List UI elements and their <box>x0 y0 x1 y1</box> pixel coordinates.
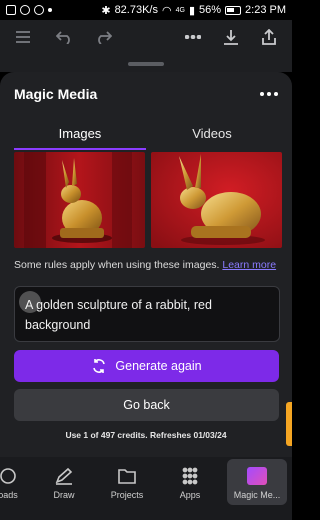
app-notification-icon <box>6 5 16 15</box>
tab-videos[interactable]: Videos <box>146 124 278 150</box>
signal-icon: ▮ <box>188 4 195 17</box>
refresh-icon <box>93 359 106 373</box>
prompt-input[interactable]: A golden sculpture of a rabbit, red back… <box>14 286 280 342</box>
upload-icon <box>0 467 18 485</box>
undo-icon[interactable] <box>52 24 78 50</box>
nav-item-projects[interactable]: Projects <box>99 467 155 500</box>
generated-images <box>14 152 282 248</box>
nav-item-magic-media[interactable]: Magic Me... <box>229 467 285 500</box>
rules-text: Some rules apply when using these images… <box>14 259 220 271</box>
menu-icon[interactable] <box>10 24 36 50</box>
apps-grid-icon <box>180 467 200 485</box>
folder-icon <box>117 467 137 485</box>
network-speed: 82.73K/s <box>114 4 158 16</box>
nav-label: Projects <box>110 490 144 500</box>
tab-images[interactable]: Images <box>14 124 146 150</box>
sheet-title: Magic Media <box>14 86 98 102</box>
nav-item-apps[interactable]: Apps <box>162 467 218 500</box>
media-tabs: Images Videos <box>14 124 278 150</box>
magic-media-icon <box>247 467 267 485</box>
battery-percent: 56% <box>199 4 222 16</box>
network-type: 4G <box>175 6 185 14</box>
usage-rules: Some rules apply when using these images… <box>14 259 278 271</box>
credits-info: Use 1 of 497 credits. Refreshes 01/03/24 <box>65 430 227 440</box>
battery-icon <box>225 5 242 15</box>
download-icon[interactable] <box>218 24 244 50</box>
notification-dot-icon <box>48 8 52 12</box>
nav-label: Magic Me... <box>233 490 281 500</box>
bottom-nav: oads Draw Projects Apps Magic Me... <box>0 457 292 520</box>
side-handle[interactable] <box>286 402 292 446</box>
more-icon[interactable] <box>180 24 206 50</box>
generated-image-2[interactable] <box>151 152 282 248</box>
generate-again-button[interactable]: Generate again <box>14 350 279 382</box>
redo-icon[interactable] <box>90 24 116 50</box>
wifi-icon: ◠ <box>161 4 172 17</box>
generate-again-label: Generate again <box>115 359 202 373</box>
nav-label: Apps <box>179 490 201 500</box>
status-bar: ✱ 82.73K/s ◠ 4G ▮ 56% 2:23 PM <box>0 0 292 20</box>
bluetooth-icon: ✱ <box>101 4 111 17</box>
go-back-label: Go back <box>123 398 170 412</box>
editor-toolbar <box>0 20 292 54</box>
sheet-header: Magic Media <box>14 84 278 104</box>
prompt-text[interactable]: A golden sculpture of a rabbit, red back… <box>25 295 275 335</box>
nav-item-draw[interactable]: Draw <box>36 467 92 500</box>
nav-item-uploads[interactable]: oads <box>0 467 36 500</box>
share-icon[interactable] <box>256 24 282 50</box>
nav-label: oads <box>0 490 18 500</box>
nav-label: Draw <box>53 490 75 500</box>
go-back-button[interactable]: Go back <box>14 389 279 421</box>
more-options-icon[interactable] <box>260 92 278 96</box>
learn-more-link[interactable]: Learn more <box>222 259 276 271</box>
sheet-drag-handle[interactable] <box>128 62 164 66</box>
clock: 2:23 PM <box>245 4 286 16</box>
magic-media-sheet: Magic Media Images Videos Some rules app… <box>0 72 292 457</box>
record-icon <box>34 5 44 15</box>
generated-image-1[interactable] <box>14 152 145 248</box>
sync-icon <box>20 5 30 15</box>
pen-icon <box>54 467 74 485</box>
